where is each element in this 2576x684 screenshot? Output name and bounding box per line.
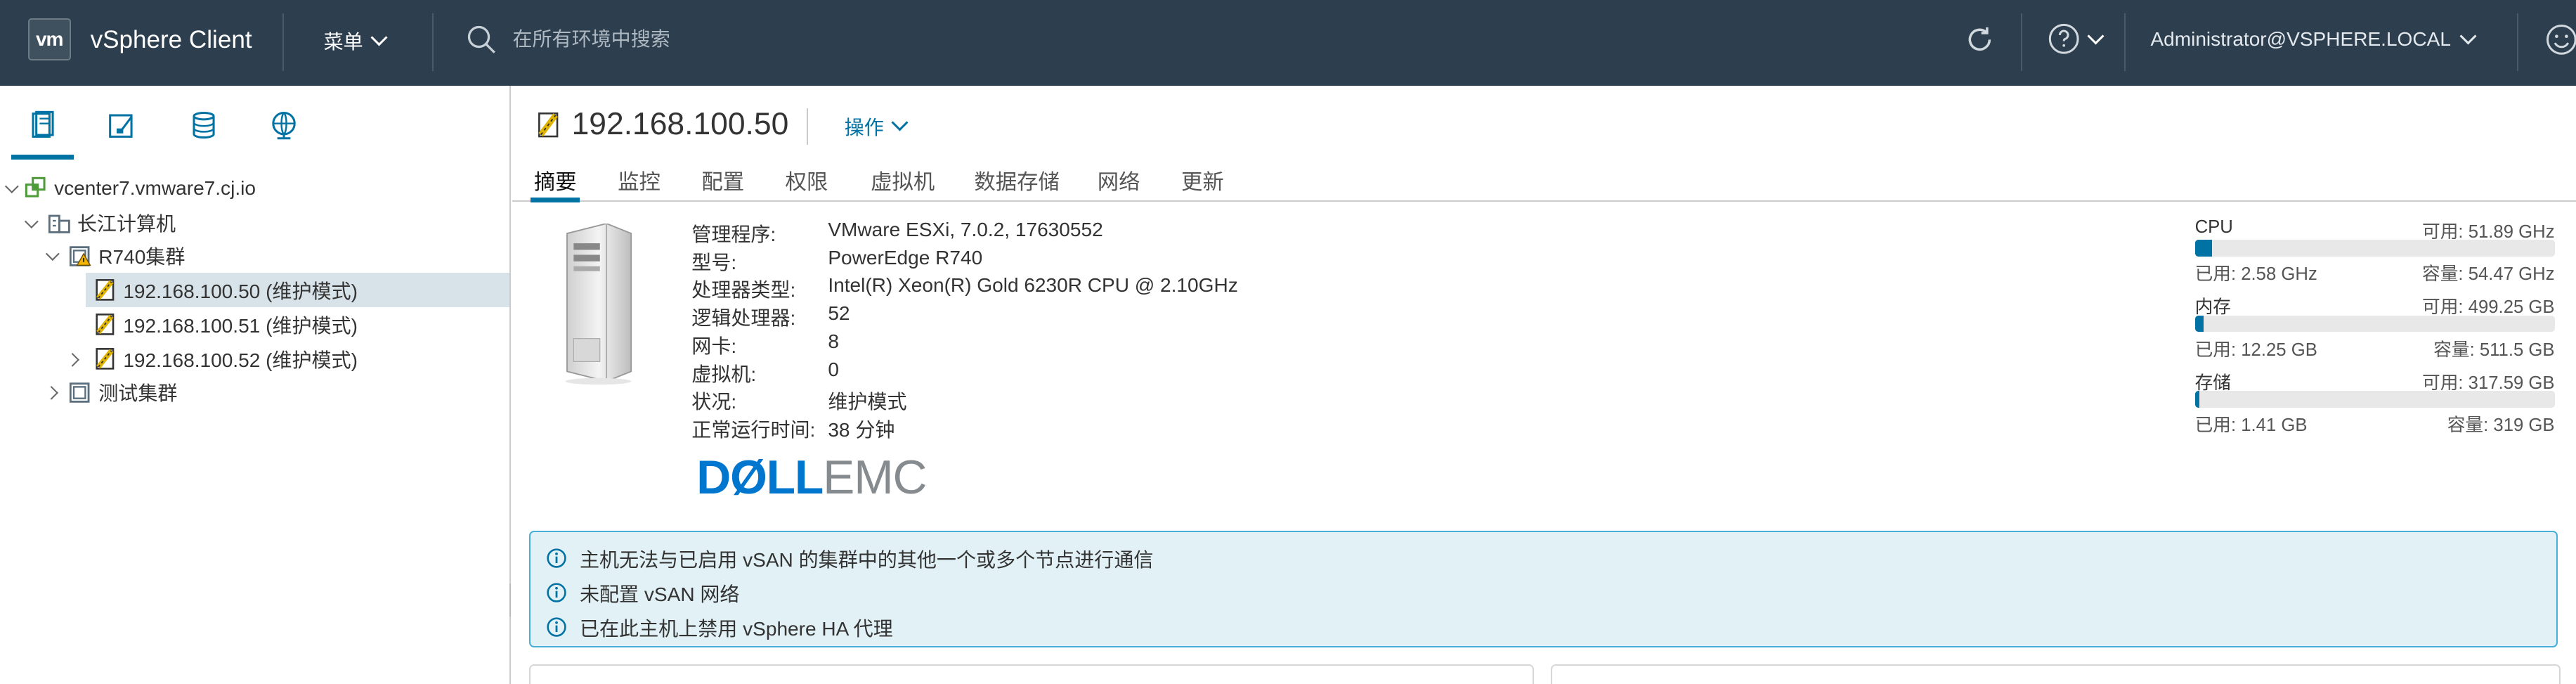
tree-node-label: vcenter7.vmware7.cj.io (54, 176, 256, 199)
tree-node-datacenter[interactable]: 长江计算机 (0, 205, 509, 240)
cluster-icon (70, 382, 90, 404)
collapse-icon[interactable] (20, 212, 43, 235)
tree-node-label: 192.168.100.50 (维护模式) (123, 280, 358, 303)
vms-templates-tab[interactable] (97, 110, 146, 160)
menu-button[interactable]: 菜单 (323, 26, 388, 55)
summary-card (528, 664, 1534, 684)
search-input[interactable] (509, 26, 1009, 53)
tree-node-label: 192.168.100.52 (维护模式) (123, 349, 358, 372)
vcenter-icon (25, 177, 46, 198)
network-tab[interactable] (259, 110, 308, 160)
help-icon (2049, 23, 2080, 54)
tab-permissions[interactable]: 权限 (786, 164, 828, 200)
top-header: vm vSphere Client 菜单 Administrator@VSPHE… (0, 0, 2576, 86)
tree-node-host-50[interactable]: 192.168.100.50 (维护模式) (85, 273, 509, 308)
inventory-navigator: vcenter7.vmware7.cj.io 长江计算机 R740集群 192.… (0, 85, 511, 684)
global-search[interactable] (467, 25, 1009, 54)
storage-tab[interactable] (179, 110, 228, 160)
info-icon (547, 583, 566, 602)
dell-emc-logo: DØLLEMC (696, 451, 927, 504)
header-divider (2124, 13, 2126, 71)
host-maintenance-icon (96, 279, 115, 301)
server-image (565, 223, 632, 385)
host-maintenance-icon (538, 112, 558, 138)
tree-node-vcenter[interactable]: vcenter7.vmware7.cj.io (0, 171, 509, 205)
network-icon (272, 111, 297, 139)
app-title: vSphere Client (90, 26, 252, 54)
expand-icon[interactable] (41, 381, 64, 404)
tree-node-cluster-test[interactable]: 测试集群 (0, 375, 509, 409)
alert-banner: 主机无法与已启用 vSAN 的集群中的其他一个或多个节点进行通信 未配置 vSA… (528, 531, 2558, 648)
vms-templates-icon (109, 114, 133, 138)
hosts-clusters-icon (32, 110, 54, 138)
tab-updates[interactable]: 更新 (1181, 164, 1224, 200)
tree-node-label: 192.168.100.51 (维护模式) (123, 315, 358, 337)
actions-menu-button[interactable]: 操作 (844, 112, 909, 141)
tree-node-host-52[interactable]: 192.168.100.52 (维护模式) (0, 342, 509, 376)
resource-storage: 存储 可用: 317.59 GB 已用: 1.41 GB 容量: 319 GB (2194, 373, 2555, 436)
host-maintenance-icon (96, 348, 115, 370)
usage-fill (2194, 240, 2212, 257)
page-title: 192.168.100.50 (571, 106, 789, 141)
tree-node-cluster-r740[interactable]: R740集群 (0, 238, 509, 273)
chevron-down-icon (891, 114, 909, 131)
navigator-tabs (0, 86, 509, 160)
tab-configure[interactable]: 配置 (701, 164, 744, 200)
tree-node-label: R740集群 (98, 246, 186, 269)
header-divider (282, 13, 285, 71)
tab-monitor[interactable]: 监控 (618, 164, 661, 200)
cluster-warning-icon (70, 246, 91, 266)
tab-networks[interactable]: 网络 (1098, 164, 1140, 200)
alert-item: 主机无法与已启用 vSAN 的集群中的其他一个或多个节点进行通信 (547, 544, 1153, 573)
header-divider (2516, 13, 2519, 71)
header-divider (2020, 13, 2023, 71)
alert-item: 已在此主机上禁用 vSphere HA 代理 (547, 613, 893, 642)
vsphere-client-app: vm vSphere Client 菜单 Administrator@VSPHE… (0, 0, 2576, 684)
user-name: Administrator@VSPHERE.LOCAL (2150, 27, 2451, 50)
search-icon (467, 25, 495, 53)
host-maintenance-icon (96, 314, 115, 336)
collapse-icon[interactable] (41, 245, 64, 268)
chevron-down-icon (2459, 27, 2477, 45)
host-summary-pane: 192.168.100.50 操作 摘要 监控 配置 权限 虚拟机 数据存储 网… (512, 86, 2576, 684)
usage-fill (2194, 391, 2199, 408)
tree-node-label: 测试集群 (98, 382, 178, 405)
title-divider (806, 108, 809, 145)
tab-summary[interactable]: 摘要 (531, 164, 580, 202)
object-tabs: 摘要 监控 配置 权限 虚拟机 数据存储 网络 更新 (512, 161, 2576, 202)
tree-node-host-51[interactable]: 192.168.100.51 (维护模式) (86, 307, 509, 342)
chevron-down-icon (370, 29, 388, 46)
tab-datastores[interactable]: 数据存储 (974, 164, 1060, 200)
summary-card (1551, 664, 2561, 684)
hosts-clusters-tab[interactable] (11, 110, 74, 160)
info-icon (547, 617, 566, 637)
header-divider (431, 13, 434, 71)
tree-node-label: 长江计算机 (77, 213, 176, 235)
user-menu[interactable]: Administrator@VSPHERE.LOCAL (2150, 27, 2477, 51)
storage-icon (193, 111, 215, 138)
usage-fill (2194, 315, 2204, 333)
vm-logo[interactable]: vm (27, 18, 71, 61)
resource-memory: 内存 可用: 499.25 GB 已用: 12.25 GB 容量: 511.5 GB (2194, 297, 2555, 360)
usage-bar (2194, 391, 2555, 408)
usage-bar (2194, 240, 2555, 257)
expand-icon[interactable] (63, 349, 86, 372)
info-icon (547, 548, 566, 568)
chevron-down-icon (2087, 27, 2105, 45)
refresh-icon[interactable] (1963, 23, 1996, 63)
datacenter-icon (48, 215, 70, 234)
smiley-icon[interactable] (2545, 23, 2576, 63)
usage-bar (2194, 315, 2555, 333)
help-menu[interactable] (2048, 23, 2105, 54)
collapse-icon[interactable] (0, 177, 23, 200)
menu-label: 菜单 (323, 31, 363, 53)
alert-item: 未配置 vSAN 网络 (547, 579, 739, 607)
tab-vms[interactable]: 虚拟机 (871, 164, 935, 200)
actions-label: 操作 (844, 116, 884, 138)
resource-cpu: CPU 可用: 51.89 GHz 已用: 2.58 GHz 容量: 54.47 G… (2194, 217, 2555, 285)
